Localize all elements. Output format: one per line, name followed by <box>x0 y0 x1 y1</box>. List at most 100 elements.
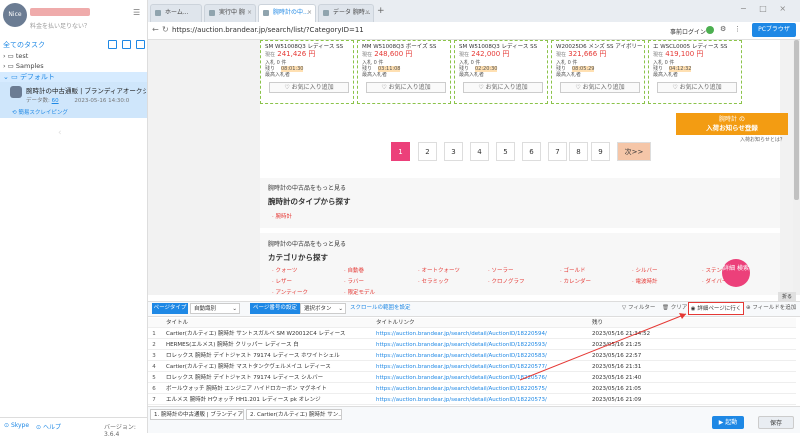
close-icon[interactable]: × <box>247 5 252 21</box>
favorite-button[interactable]: ♡ お気に入り追加 <box>463 82 543 93</box>
category-link[interactable]: · ラバー <box>344 277 364 285</box>
table-row[interactable]: 1 Cartier(カルティエ) 腕時計 サントスガルベ SM W20012C4 … <box>148 329 796 339</box>
page-button-1[interactable]: 1 <box>391 142 410 161</box>
help-label: ヘルプ <box>42 424 61 431</box>
category-link[interactable]: · アンティーク <box>272 288 308 296</box>
add-field-button[interactable]: ⊕ フィールドを追加 <box>746 303 796 314</box>
pc-browser-button[interactable]: PCブラウザ <box>752 23 796 37</box>
page-scroll-thumb[interactable] <box>794 40 799 200</box>
cell-link[interactable]: https://auction.brandear.jp/search/detai… <box>376 373 586 383</box>
tree-item-samples[interactable]: › ▭ Samples <box>3 62 147 72</box>
category-label: 自動巻 <box>347 268 365 274</box>
category-link[interactable]: · 自動巻 <box>344 266 364 274</box>
category-link[interactable]: · レザー <box>272 277 292 285</box>
step-tab-2[interactable]: 2. Cartier(カルティエ) 腕時計 サン... <box>246 409 342 420</box>
category-link[interactable]: · カレンダー <box>560 277 591 285</box>
all-tasks-label[interactable]: 全てのタスク <box>3 41 45 49</box>
new-folder-icon[interactable] <box>108 40 117 49</box>
page-button-4[interactable]: 4 <box>470 142 489 161</box>
help-link[interactable]: ⊙ ヘルプ <box>36 422 61 431</box>
category-link[interactable]: · クォーツ <box>272 266 297 274</box>
url-input[interactable]: https://auction.brandear.jp/search/list/… <box>172 26 364 34</box>
tab-label: ホーム... <box>165 9 189 16</box>
table-row[interactable]: 6 ボールウォッチ 腕時計 エンジニア ハイドロカーボン マグネイト https:/… <box>148 384 796 394</box>
product-card[interactable]: エ WSCL0005 レディース SS 現在 419,100 円 入札 0 件残… <box>648 40 742 104</box>
table-row[interactable]: 7 エルメス 腕時計 Hウォッチ HH1.201 レディース pk オレンジ htt… <box>148 395 796 405</box>
cell-remain: 2023/05/16 21:25 <box>592 342 642 348</box>
tab-home[interactable]: ホーム... <box>150 4 202 22</box>
detail-search-button[interactable]: 詳細 検索 <box>722 259 750 287</box>
cell-link[interactable]: https://auction.brandear.jp/search/detai… <box>376 384 586 394</box>
goto-detail-button[interactable]: ◉ 詳細ページに行く <box>688 302 744 315</box>
save-button[interactable]: 保存 <box>758 416 794 429</box>
pre-login-button[interactable]: 事前ログイン <box>670 27 706 36</box>
cell-link[interactable]: https://auction.brandear.jp/search/detai… <box>376 395 586 405</box>
favorite-button[interactable]: ♡ お気に入り追加 <box>366 82 446 93</box>
tab-watch[interactable]: 腕時計の中... × <box>258 4 316 22</box>
clear-button[interactable]: 🗑 クリア <box>662 303 687 314</box>
arrival-notice-help-link[interactable]: 入荷お知らせとは？ <box>740 136 785 143</box>
page-button-2[interactable]: 2 <box>418 142 437 161</box>
favorite-button[interactable]: ♡ お気に入り追加 <box>657 82 737 93</box>
table-row[interactable]: 3 ロレックス 腕時計 デイトジャスト 79174 レディース ホワイトシェル ht… <box>148 351 796 361</box>
favorite-button[interactable]: ♡ お気に入り追加 <box>560 82 640 93</box>
simple-scraping-link[interactable]: ⟲ 簡易スクレイピング <box>12 108 68 116</box>
filter-button[interactable]: ▽ フィルター <box>622 303 655 314</box>
category-link[interactable]: · 電波時計 <box>632 277 658 285</box>
next-page-button[interactable]: 次>> <box>617 142 651 161</box>
new-tab-icon[interactable]: + <box>377 6 385 16</box>
page-button-9[interactable]: 9 <box>591 142 610 161</box>
page-type-select[interactable]: 自動識別 ⌄ <box>190 303 240 314</box>
remain-time: 02:20:30 <box>475 66 498 72</box>
add-task-icon[interactable] <box>122 40 131 49</box>
cell-link[interactable]: https://auction.brandear.jp/search/detai… <box>376 340 586 350</box>
cell-link[interactable]: https://auction.brandear.jp/search/detai… <box>376 362 586 372</box>
run-button[interactable]: ▶ 起動 <box>712 416 744 429</box>
table-row[interactable]: 5 ロレックス 腕時計 デイトジャスト 79174 レディース シルバー https… <box>148 373 796 383</box>
import-icon[interactable] <box>136 40 145 49</box>
tree-item-default[interactable]: ⌄ ▭ デフォルト <box>0 72 147 82</box>
skype-link[interactable]: ⊙ Skype <box>4 422 29 429</box>
menu-icon[interactable]: ☰ <box>133 8 140 17</box>
page-button-8[interactable]: 8 <box>569 142 588 161</box>
remain-time: 04:12:32 <box>669 66 692 72</box>
tab-data[interactable]: データ 腕時... × <box>318 4 374 22</box>
settings-icon[interactable]: ⚙ <box>720 25 726 33</box>
category-link[interactable]: · クロノグラフ <box>488 277 525 285</box>
page-count-select[interactable]: 選択ボタン ⌄ <box>300 303 346 314</box>
type-link-watch[interactable]: · 腕時計 <box>272 212 292 220</box>
product-card[interactable]: SM W51008Q3 レディース SS 現在 242,000 円 入札 0 件… <box>454 40 548 104</box>
product-card[interactable]: MM W51008Q3 ボーイズ SS 現在 248,600 円 入札 0 件残… <box>357 40 451 104</box>
back-icon[interactable]: ← <box>152 25 159 34</box>
page-button-3[interactable]: 3 <box>444 142 463 161</box>
category-link[interactable]: · シルバー <box>632 266 658 274</box>
tree-item-test[interactable]: › ▭ test <box>3 52 147 62</box>
category-link[interactable]: · 限定モデル <box>344 288 375 296</box>
step-tab-1[interactable]: 1. 腕時計の中古通販 | ブランディア... <box>150 409 244 420</box>
collapse-handle-icon[interactable]: ‹ <box>58 128 62 138</box>
favorite-button[interactable]: ♡ お気に入り追加 <box>269 82 349 93</box>
table-row[interactable]: 4 Cartier(カルティエ) 腕時計 マストタンクヴェルメイユ レディース ht… <box>148 362 796 372</box>
refresh-icon[interactable]: ↻ <box>162 25 169 34</box>
category-link[interactable]: · ソーラー <box>488 266 514 274</box>
more-icon[interactable]: ⋮ <box>734 25 741 33</box>
cell-link[interactable]: https://auction.brandear.jp/search/detai… <box>376 329 586 339</box>
page-button-7[interactable]: 7 <box>548 142 567 161</box>
page-button-6[interactable]: 6 <box>522 142 541 161</box>
pricing-link[interactable]: 料金を払い足りない？ <box>30 21 90 30</box>
category-label: ソーラー <box>491 268 514 274</box>
category-link[interactable]: · ゴールド <box>560 266 586 274</box>
close-icon[interactable]: × <box>307 5 312 21</box>
close-icon[interactable]: × <box>365 5 370 21</box>
table-row[interactable]: 2 HERMES(エルメス) 腕時計 クリッパー レディース 白 https://a… <box>148 340 796 350</box>
product-card[interactable]: W20025D6 メンズ SS アイボリー 現在 321,666 円 入札 0 … <box>551 40 645 104</box>
page-button-5[interactable]: 5 <box>496 142 515 161</box>
category-link[interactable]: · セラミック <box>418 277 449 285</box>
category-link[interactable]: · オートクォーツ <box>418 266 460 274</box>
cell-link[interactable]: https://auction.brandear.jp/search/detai… <box>376 351 586 361</box>
scroll-range-link[interactable]: スクロールの範囲を設定 <box>350 303 411 314</box>
arrival-notice-button[interactable]: 腕時計 の 入荷お知らせ登録 <box>676 113 788 135</box>
window-controls[interactable]: − □ × <box>740 4 791 13</box>
product-card[interactable]: SM W51008Q3 レディース SS 現在 241,426 円 入札 0 件… <box>260 40 354 104</box>
tab-running[interactable]: 実行中 腕時...× <box>204 4 256 32</box>
